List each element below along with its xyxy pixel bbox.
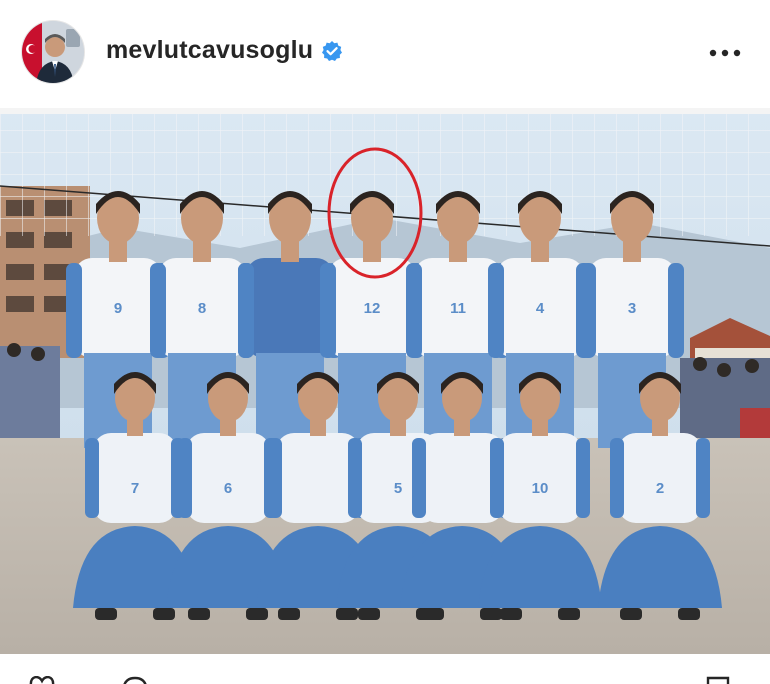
jersey-number: 3 xyxy=(628,300,636,317)
jersey-number: 8 xyxy=(198,300,206,317)
comment-icon[interactable] xyxy=(122,676,148,684)
jersey-number: 2 xyxy=(656,480,664,497)
avatar-image xyxy=(22,21,84,83)
jersey-number: 9 xyxy=(114,300,122,317)
post-photo[interactable]: 9 8 12 11 4 3 7 6 5 10 2 xyxy=(0,108,770,654)
username-row: mevlutcavusoglu xyxy=(106,36,343,65)
jersey-number: 12 xyxy=(364,300,381,317)
more-options-button[interactable] xyxy=(700,38,750,68)
jersey-number: 5 xyxy=(394,480,402,497)
bookmark-icon[interactable] xyxy=(706,676,730,684)
action-bar xyxy=(0,654,770,684)
jersey-number: 7 xyxy=(131,480,139,497)
heart-icon[interactable] xyxy=(28,676,56,684)
more-horizontal-icon xyxy=(709,49,741,57)
jersey-number: 6 xyxy=(224,480,232,497)
jersey-number: 4 xyxy=(536,300,545,317)
jersey-number: 11 xyxy=(450,300,466,317)
username-link[interactable]: mevlutcavusoglu xyxy=(106,36,313,65)
avatar[interactable] xyxy=(21,20,85,84)
jersey-number: 10 xyxy=(532,480,549,497)
verified-badge-icon xyxy=(321,40,343,62)
post-header: mevlutcavusoglu xyxy=(0,0,770,104)
team-photo-illustration: 9 8 12 11 4 3 7 6 5 10 2 xyxy=(0,108,770,654)
